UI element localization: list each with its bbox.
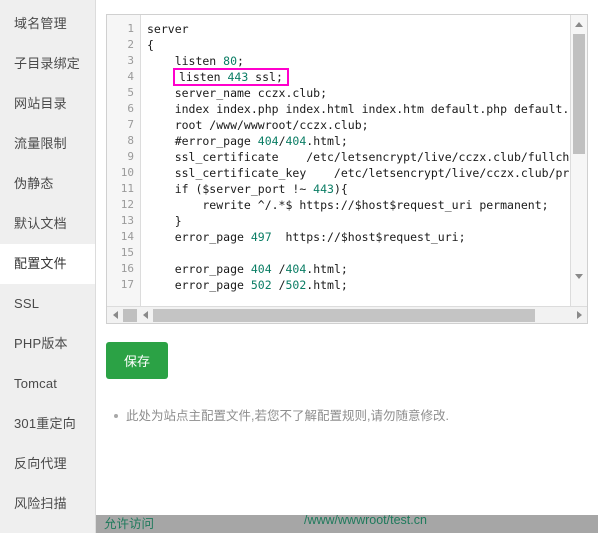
code-line-wrap: index index.php index.html index.htm def… (147, 101, 570, 117)
code-line[interactable]: ssl_certificate /etc/letsencrypt/live/cc… (147, 149, 570, 165)
code-line-wrap: ssl_certificate_key /etc/letsencrypt/liv… (147, 165, 570, 181)
sidebar-item-2[interactable]: 网站目录 (0, 84, 95, 124)
code-area[interactable]: server{ listen 80; listen 443 ssl; server… (141, 15, 570, 306)
code-line[interactable]: error_page 497 https://$host$request_uri… (147, 229, 570, 245)
line-number: 3 (127, 54, 134, 67)
code-line-wrap: { (147, 37, 570, 53)
vertical-scroll-thumb[interactable] (573, 34, 585, 154)
code-line-wrap: server_name cczx.club; (147, 85, 570, 101)
code-line-wrap (147, 245, 570, 261)
line-number: 17 (120, 278, 134, 291)
line-number: 12 (120, 198, 134, 211)
line-number: 14 (120, 230, 134, 243)
line-number: 9 (127, 150, 134, 163)
line-number: 16 (120, 262, 134, 275)
scroll-left-icon[interactable] (107, 307, 123, 323)
code-line-wrap: rewrite ^/.*$ https://$host$request_uri … (147, 197, 570, 213)
code-line-wrap: } (147, 213, 570, 229)
line-number: 10 (120, 166, 134, 179)
code-line[interactable]: if ($server_port !~ 443){ (147, 181, 570, 197)
code-line[interactable]: ssl_certificate_key /etc/letsencrypt/liv… (147, 165, 570, 181)
line-number: 5 (127, 86, 134, 99)
line-number: 15 (120, 246, 134, 259)
notes-list: 此处为站点主配置文件,若您不了解配置规则,请勿随意修改. (106, 407, 588, 425)
bottom-strip-path: /www/wwwroot/test.cn (304, 515, 427, 527)
code-line-wrap: if ($server_port !~ 443){ (147, 181, 570, 197)
sidebar-item-10[interactable]: 301重定向 (0, 404, 95, 444)
sidebar-item-4[interactable]: 伪静态 (0, 164, 95, 204)
line-number: 11 (120, 182, 134, 195)
code-line[interactable]: server (147, 21, 570, 37)
inner-scroll-left-icon[interactable] (137, 307, 153, 323)
editor-vertical-scrollbar[interactable] (570, 15, 587, 306)
code-line-wrap: listen 80; (147, 53, 570, 69)
sidebar-item-0[interactable]: 域名管理 (0, 4, 95, 44)
code-line-wrap: #error_page 404/404.html; (147, 133, 570, 149)
code-line[interactable]: listen 80; (147, 53, 570, 69)
code-line-wrap: error_page 502 /502.html; (147, 277, 570, 293)
line-number: 1 (127, 22, 134, 35)
sidebar-item-7[interactable]: SSL (0, 284, 95, 324)
line-number: 4 (127, 70, 134, 83)
sidebar-item-3[interactable]: 流量限制 (0, 124, 95, 164)
code-line[interactable]: { (147, 37, 570, 53)
code-line[interactable]: root /www/wwwroot/cczx.club; (147, 117, 570, 133)
sidebar-item-5[interactable]: 默认文档 (0, 204, 95, 244)
line-number: 6 (127, 102, 134, 115)
code-line[interactable]: error_page 502 /502.html; (147, 277, 570, 293)
code-line[interactable]: error_page 404 /404.html; (147, 261, 570, 277)
code-line[interactable]: #error_page 404/404.html; (147, 133, 570, 149)
editor-body: 1 2 3 4 5 6 7 8 9 10 11 12 13 14 15 16 17 server{ listen… (107, 15, 570, 306)
sidebar-item-9[interactable]: Tomcat (0, 364, 95, 404)
code-line-wrap: error_page 404 /404.html; (147, 261, 570, 277)
line-number: 8 (127, 134, 134, 147)
scroll-right-icon[interactable] (571, 307, 587, 323)
code-line-wrap: listen 443 ssl; (147, 68, 570, 86)
sidebar-nav: 域名管理 子目录绑定 网站目录 流量限制 伪静态 默认文档 配置文件 SSL PHP版本 Tomc… (0, 0, 96, 533)
bottom-overlay-strip: 允许访问 /www/wwwroot/test.cn (96, 515, 598, 533)
code-line-wrap: error_page 497 https://$host$request_uri… (147, 229, 570, 245)
horizontal-scroll-thumb-outer[interactable] (123, 308, 137, 322)
horizontal-scroll-thumb-inner[interactable] (153, 308, 535, 322)
save-button[interactable]: 保存 (106, 342, 169, 379)
code-line[interactable] (147, 245, 570, 261)
inner-horizontal-scrollbar[interactable] (137, 307, 571, 323)
line-number-gutter: 1 2 3 4 5 6 7 8 9 10 11 12 13 14 15 16 17 (107, 15, 141, 306)
code-line[interactable]: rewrite ^/.*$ https://$host$request_uri … (147, 197, 570, 213)
code-line[interactable]: index index.php index.html index.htm def… (147, 101, 570, 117)
line-number: 7 (127, 118, 134, 131)
line-number: 13 (120, 214, 134, 227)
config-file-page: 域名管理 子目录绑定 网站目录 流量限制 伪静态 默认文档 配置文件 SSL PHP版本 Tomc… (0, 0, 598, 533)
code-line-wrap: server (147, 21, 570, 37)
code-line-highlighted[interactable]: listen 443 ssl; (173, 68, 289, 86)
code-line-wrap: root /www/wwwroot/cczx.club; (147, 117, 570, 133)
sidebar-item-12[interactable]: 风险扫描 (0, 484, 95, 524)
sidebar-item-8[interactable]: PHP版本 (0, 324, 95, 364)
line-number: 2 (127, 38, 134, 51)
config-editor[interactable]: 1 2 3 4 5 6 7 8 9 10 11 12 13 14 15 16 17 server{ listen… (106, 14, 588, 324)
sidebar-item-1[interactable]: 子目录绑定 (0, 44, 95, 84)
bottom-strip-permission: 允许访问 (104, 517, 155, 531)
scroll-down-icon[interactable] (571, 268, 587, 284)
code-line[interactable]: server_name cczx.club; (147, 85, 570, 101)
scroll-up-icon[interactable] (571, 16, 587, 32)
sidebar-item-6[interactable]: 配置文件 (0, 244, 95, 284)
editor-horizontal-scrollbar[interactable] (107, 306, 587, 323)
note-item: 此处为站点主配置文件,若您不了解配置规则,请勿随意修改. (114, 407, 588, 425)
code-line[interactable]: } (147, 213, 570, 229)
code-line-wrap: ssl_certificate /etc/letsencrypt/live/cc… (147, 149, 570, 165)
sidebar-item-11[interactable]: 反向代理 (0, 444, 95, 484)
main-content: 1 2 3 4 5 6 7 8 9 10 11 12 13 14 15 16 17 server{ listen… (96, 0, 598, 533)
